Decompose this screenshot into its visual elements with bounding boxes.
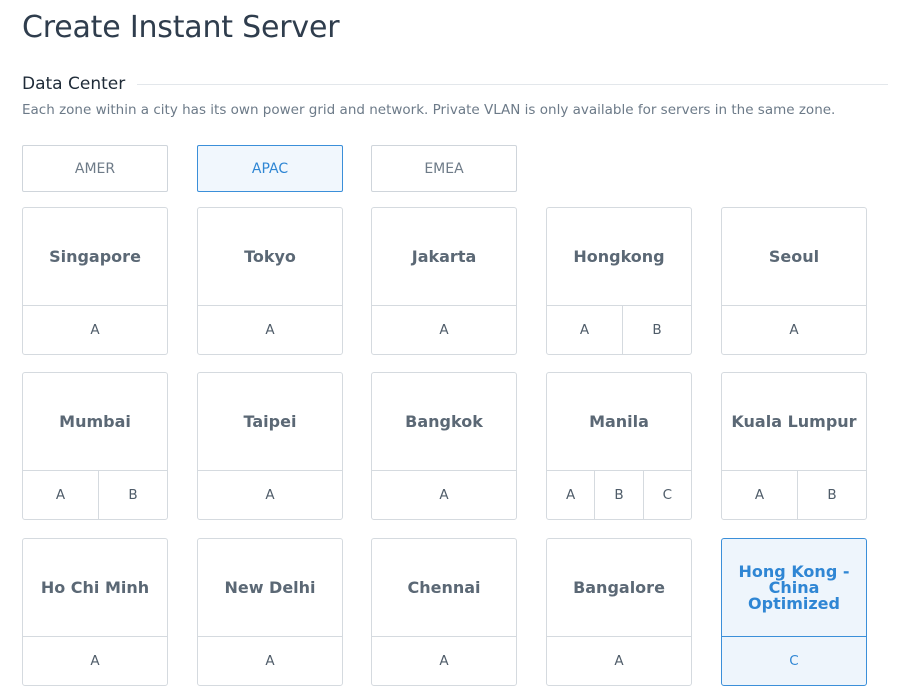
location-name[interactable]: Manila xyxy=(547,373,691,470)
location-name[interactable]: Hong Kong - China Optimized xyxy=(722,539,866,636)
location-card-singapore: Singapore A xyxy=(22,207,168,355)
zone-row: C xyxy=(722,636,866,685)
zone-row: A xyxy=(372,470,516,519)
zone-button[interactable]: B xyxy=(594,471,642,519)
location-card-bangkok: Bangkok A xyxy=(371,372,517,520)
location-name[interactable]: Jakarta xyxy=(372,208,516,305)
zone-button[interactable]: A xyxy=(198,306,342,354)
zone-row: A xyxy=(198,636,342,685)
zone-button[interactable]: C xyxy=(642,471,691,519)
zone-button[interactable]: B xyxy=(98,471,167,519)
location-name[interactable]: Chennai xyxy=(372,539,516,636)
location-name[interactable]: Bangkok xyxy=(372,373,516,470)
zone-row: A B xyxy=(23,470,167,519)
location-card-chennai: Chennai A xyxy=(371,538,517,686)
data-center-description: Each zone within a city has its own powe… xyxy=(22,102,836,118)
location-card-taipei: Taipei A xyxy=(197,372,343,520)
zone-row: A xyxy=(547,636,691,685)
location-card-tokyo: Tokyo A xyxy=(197,207,343,355)
zone-button[interactable]: A xyxy=(23,637,167,685)
data-center-section-header: Data Center xyxy=(22,72,888,96)
zone-row: A B xyxy=(547,305,691,354)
location-card-mumbai: Mumbai A B xyxy=(22,372,168,520)
zone-button[interactable]: A xyxy=(23,471,98,519)
location-card-seoul: Seoul A xyxy=(721,207,867,355)
zone-button[interactable]: A xyxy=(547,471,594,519)
region-tab-apac[interactable]: APAC xyxy=(197,145,343,192)
location-card-hong-kong-china-optimized: Hong Kong - China Optimized C xyxy=(721,538,867,686)
location-name[interactable]: Ho Chi Minh xyxy=(23,539,167,636)
zone-button[interactable]: A xyxy=(372,471,516,519)
location-card-manila: Manila A B C xyxy=(546,372,692,520)
zone-button[interactable]: A xyxy=(198,471,342,519)
region-tab-amer[interactable]: AMER xyxy=(22,145,168,192)
zone-button[interactable]: B xyxy=(622,306,691,354)
zone-button[interactable]: B xyxy=(797,471,866,519)
location-name[interactable]: Tokyo xyxy=(198,208,342,305)
zone-button[interactable]: A xyxy=(372,637,516,685)
location-name[interactable]: Hongkong xyxy=(547,208,691,305)
zone-button[interactable]: A xyxy=(372,306,516,354)
location-name[interactable]: Seoul xyxy=(722,208,866,305)
page-title: Create Instant Server xyxy=(22,10,340,45)
zone-row: A xyxy=(23,636,167,685)
zone-row: A xyxy=(198,470,342,519)
zone-row: A xyxy=(372,305,516,354)
location-name[interactable]: Kuala Lumpur xyxy=(722,373,866,470)
zone-button[interactable]: A xyxy=(547,637,691,685)
location-card-ho-chi-minh: Ho Chi Minh A xyxy=(22,538,168,686)
location-card-kuala-lumpur: Kuala Lumpur A B xyxy=(721,372,867,520)
location-name[interactable]: New Delhi xyxy=(198,539,342,636)
zone-button[interactable]: A xyxy=(547,306,622,354)
zone-button[interactable]: A xyxy=(23,306,167,354)
location-name[interactable]: Mumbai xyxy=(23,373,167,470)
location-name[interactable]: Taipei xyxy=(198,373,342,470)
data-center-title: Data Center xyxy=(22,74,126,94)
zone-row: A B xyxy=(722,470,866,519)
zone-row: A B C xyxy=(547,470,691,519)
location-card-new-delhi: New Delhi A xyxy=(197,538,343,686)
region-tab-emea[interactable]: EMEA xyxy=(371,145,517,192)
location-card-hongkong: Hongkong A B xyxy=(546,207,692,355)
zone-button[interactable]: C xyxy=(722,637,866,685)
zone-row: A xyxy=(23,305,167,354)
zone-button[interactable]: A xyxy=(198,637,342,685)
section-divider xyxy=(137,83,888,85)
zone-row: A xyxy=(372,636,516,685)
location-name[interactable]: Singapore xyxy=(23,208,167,305)
zone-row: A xyxy=(198,305,342,354)
zone-button[interactable]: A xyxy=(722,471,797,519)
location-card-bangalore: Bangalore A xyxy=(546,538,692,686)
zone-row: A xyxy=(722,305,866,354)
location-card-jakarta: Jakarta A xyxy=(371,207,517,355)
zone-button[interactable]: A xyxy=(722,306,866,354)
location-name[interactable]: Bangalore xyxy=(547,539,691,636)
